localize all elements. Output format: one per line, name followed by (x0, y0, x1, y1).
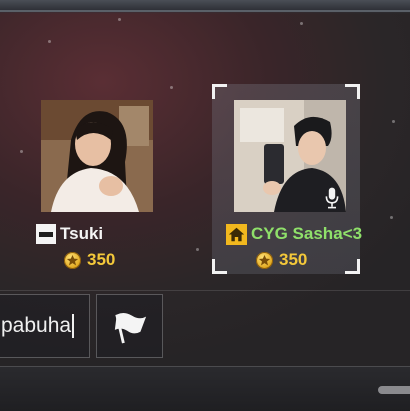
player-points-row: 350 (64, 250, 115, 270)
selection-corner (212, 259, 227, 274)
player-avatar (234, 100, 346, 212)
chat-input-text: pabuha (1, 314, 72, 337)
microphone-icon (325, 187, 339, 209)
chat-input[interactable]: pabuha (0, 294, 90, 358)
star-coin-icon (256, 251, 273, 269)
sparkle (392, 120, 395, 123)
home-badge-icon (226, 223, 247, 245)
star-coin-icon (64, 251, 81, 269)
player-card-tsuki[interactable]: Tsuki 350 (34, 84, 182, 274)
player-name-row: Tsuki (36, 224, 184, 244)
text-caret (72, 314, 75, 338)
player-name: Tsuki (60, 224, 104, 243)
player-points: 350 (87, 250, 116, 269)
sparkle (48, 40, 51, 43)
selection-corner (212, 84, 227, 99)
top-frame (0, 0, 410, 14)
flag-icon (114, 313, 147, 344)
flag-badge-icon (36, 224, 56, 244)
sparkle (20, 150, 23, 153)
sparkle (118, 18, 121, 21)
scroll-handle[interactable] (378, 386, 410, 394)
report-button[interactable] (96, 294, 163, 358)
bottom-panel (0, 366, 410, 411)
divider (0, 290, 410, 291)
selection-corner (345, 259, 360, 274)
player-name: CYG Sasha<3 (251, 224, 363, 243)
player-photo-icon (41, 100, 153, 212)
player-name-row: CYG Sasha<3 (226, 223, 374, 245)
selection-corner (345, 84, 360, 99)
player-points: 350 (279, 250, 308, 269)
sparkle (390, 216, 393, 219)
player-points-row: 350 (256, 250, 307, 270)
player-avatar (41, 100, 153, 212)
player-card-sasha[interactable]: CYG Sasha<3 350 (212, 84, 362, 274)
sparkle (196, 248, 199, 251)
sparkle (300, 22, 303, 25)
